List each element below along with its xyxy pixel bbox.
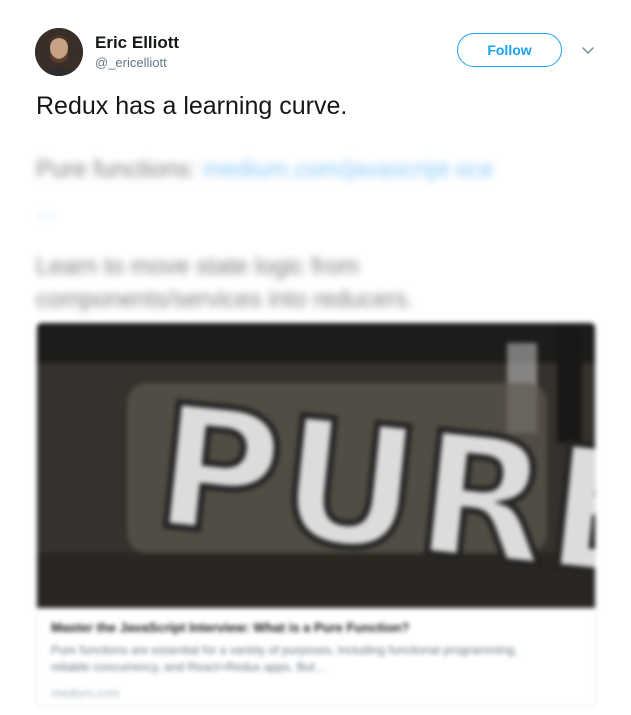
card-title[interactable]: Master the JavaScript Interview: What is… xyxy=(51,620,409,635)
avatar[interactable] xyxy=(35,28,83,76)
blurred-link-continuation[interactable]: ... xyxy=(36,195,56,225)
card-domain: medium.com xyxy=(51,686,120,700)
blurred-text-line: components/services into reducers. xyxy=(36,286,414,313)
card-image: PURE xyxy=(37,323,595,608)
card-description: Pure functions are essential for a varie… xyxy=(51,643,518,674)
blurred-link[interactable]: medium.com/javascript-sce xyxy=(203,156,494,183)
author-name[interactable]: Eric Elliott xyxy=(95,33,179,53)
author-handle[interactable]: @_ericelliott xyxy=(95,55,167,70)
blurred-text: Pure functions: xyxy=(36,156,197,183)
link-card[interactable]: PURE Master the JavaScript Interview: Wh… xyxy=(36,322,596,707)
tweet: Eric Elliott @_ericelliott Follow Redux … xyxy=(0,0,631,715)
card-body: Master the JavaScript Interview: What is… xyxy=(37,608,595,706)
tweet-text: Redux has a learning curve. xyxy=(36,92,348,120)
blurred-text-line: Pure functions: medium.com/javascript-sc… xyxy=(36,155,494,185)
follow-button[interactable]: Follow xyxy=(457,33,562,67)
chevron-down-icon[interactable] xyxy=(581,43,595,54)
blurred-text-line: Learn to move state logic from xyxy=(36,253,359,280)
